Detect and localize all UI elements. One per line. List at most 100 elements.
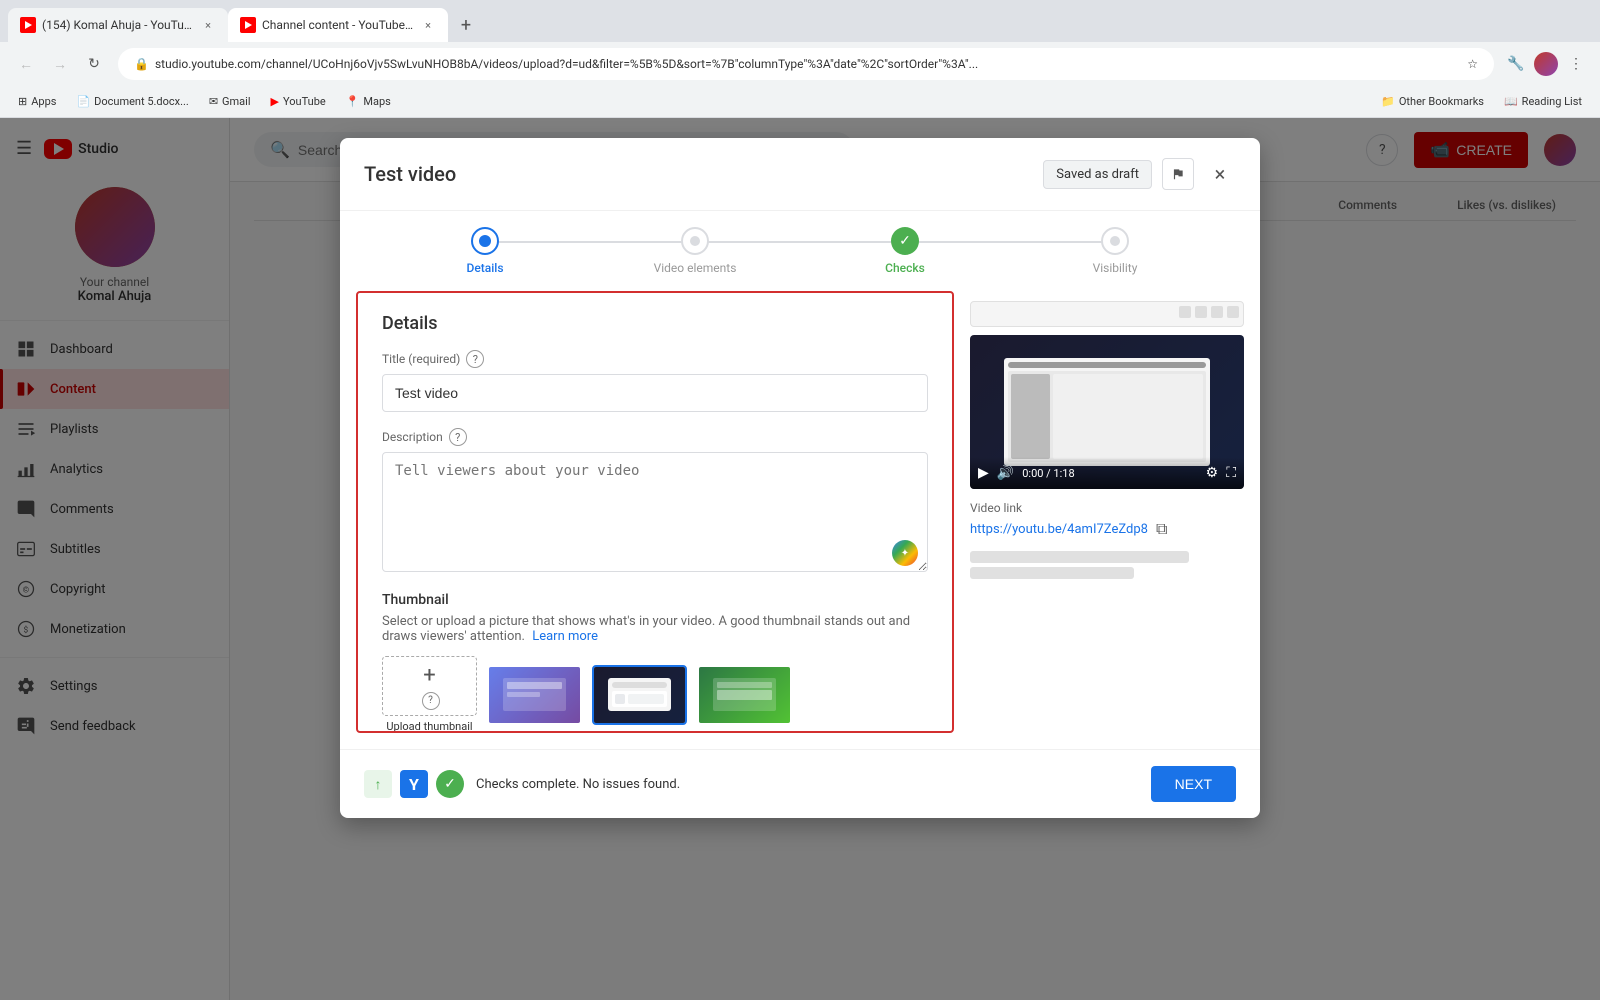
modal-right-header-strip: [970, 301, 1244, 327]
upload-footer-icon: ↑: [364, 770, 392, 798]
saved-as-draft: Saved as draft: [1043, 160, 1152, 189]
description-textarea[interactable]: [382, 452, 928, 572]
bookmark-gmail[interactable]: ✉ Gmail: [203, 93, 257, 110]
learn-more-link[interactable]: Learn more: [532, 629, 598, 644]
other-bookmarks[interactable]: 📁 Other Bookmarks: [1375, 93, 1490, 110]
back-button[interactable]: ←: [12, 50, 40, 78]
title-help-icon[interactable]: ?: [466, 350, 484, 368]
thumbnail-preview-1: [489, 667, 580, 723]
video-link-url[interactable]: https://youtu.be/4amI7ZeZdp8: [970, 522, 1148, 537]
modal-overlay: Test video Saved as draft ×: [0, 118, 1600, 1000]
thumbnail-preview-2: [594, 667, 685, 723]
tab-close-1[interactable]: ×: [200, 17, 216, 33]
footer-icons: ↑ Y ✓: [364, 770, 464, 798]
url-bar[interactable]: 🔒 studio.youtube.com/channel/UCoHnj6oVjv…: [118, 48, 1494, 80]
nav-buttons: ← → ↻: [12, 50, 108, 78]
step-details[interactable]: Details: [380, 227, 590, 275]
folder-icon: 📁: [1381, 95, 1395, 108]
modal: Test video Saved as draft ×: [340, 138, 1260, 818]
upload-help-icon[interactable]: ?: [422, 692, 440, 710]
modal-right: ▶ 🔊 0:00 / 1:18 ⚙ ⛶ Vi: [970, 291, 1260, 749]
tab-favicon-1: [20, 17, 36, 33]
bookmark-youtube[interactable]: ▶ YouTube: [265, 93, 332, 110]
title-field: Title (required) ?: [382, 350, 928, 412]
modal-footer: ↑ Y ✓ Checks complete. No issues found. …: [340, 749, 1260, 818]
steps-container: Details Video elements: [340, 211, 1260, 291]
flag-button[interactable]: [1162, 158, 1194, 190]
video-browser-mockup: [1004, 358, 1210, 466]
strip-icon-4: [1227, 306, 1239, 318]
blurred-text-2: [970, 567, 1134, 579]
video-time: 0:00 / 1:18: [1022, 467, 1074, 480]
menu-button[interactable]: ⋮: [1564, 52, 1588, 76]
copy-link-button[interactable]: ⧉: [1156, 519, 1167, 539]
extensions-button[interactable]: 🔧: [1504, 52, 1528, 76]
tab-bar: (154) Komal Ahuja - YouTube × Channel co…: [0, 0, 1600, 42]
description-label: Description ?: [382, 428, 928, 446]
step-video-elements[interactable]: Video elements: [590, 227, 800, 275]
video-link-label: Video link: [970, 501, 1244, 515]
step-label-visibility: Visibility: [1093, 261, 1138, 275]
bookmark-maps[interactable]: 📍 Maps: [340, 93, 397, 110]
bookmark-doc[interactable]: 📄 Document 5.docx...: [70, 93, 194, 110]
thumbnail-upload-area: + ? Upload thumbnail: [382, 656, 477, 733]
tab-1[interactable]: (154) Komal Ahuja - YouTube ×: [8, 8, 228, 42]
doc-icon: 📄: [76, 95, 90, 108]
fullscreen-button[interactable]: ⛶: [1226, 465, 1236, 481]
bookmark-apps[interactable]: ⊞ Apps: [12, 93, 62, 110]
browser-actions: 🔧 ⋮: [1504, 52, 1588, 76]
apps-icon: ⊞: [18, 95, 27, 108]
strip-icon-1: [1179, 306, 1191, 318]
thumbnail-section: Thumbnail Select or upload a picture tha…: [382, 592, 928, 733]
thumbnail-options: + ? Upload thumbnail: [382, 656, 928, 733]
play-button[interactable]: ▶: [978, 465, 989, 481]
description-help-icon[interactable]: ?: [449, 428, 467, 446]
modal-left: Details Title (required) ?: [356, 291, 954, 733]
tab-close-2[interactable]: ×: [420, 17, 436, 33]
bookmarks-bar: ⊞ Apps 📄 Document 5.docx... ✉ Gmail ▶ Yo…: [0, 86, 1600, 118]
reload-button[interactable]: ↻: [80, 50, 108, 78]
step-label-details: Details: [466, 261, 503, 275]
details-section-title: Details: [382, 313, 928, 334]
upload-thumbnail-button[interactable]: + ?: [382, 656, 477, 716]
thumbnail-option-3[interactable]: [697, 665, 792, 725]
settings-video-button[interactable]: ⚙: [1206, 465, 1219, 481]
step-dot-checks: ✓: [891, 227, 919, 255]
step-dot-details: [471, 227, 499, 255]
page-content: ☰ Studio Your channel Komal Ahuja Dashbo…: [0, 118, 1600, 1000]
tab-2[interactable]: Channel content - YouTube St... ×: [228, 8, 448, 42]
video-preview: ▶ 🔊 0:00 / 1:18 ⚙ ⛶: [970, 335, 1244, 489]
profile-button[interactable]: [1534, 52, 1558, 76]
step-label-checks: Checks: [885, 261, 925, 275]
upload-thumbnail-label: Upload thumbnail: [386, 720, 472, 733]
modal-body: Details Title (required) ?: [340, 291, 1260, 749]
youtube-bookmark-icon: ▶: [271, 95, 279, 108]
next-button[interactable]: NEXT: [1151, 766, 1236, 802]
thumbnail-option-1[interactable]: [487, 665, 582, 725]
title-input[interactable]: [382, 374, 928, 412]
step-checks[interactable]: ✓ Checks: [800, 227, 1010, 275]
inactive-dot-center-2: [1110, 236, 1120, 246]
step-dot-video-elements: [681, 227, 709, 255]
modal-header-actions: Saved as draft ×: [1043, 158, 1236, 190]
volume-button[interactable]: 🔊: [997, 465, 1014, 481]
textarea-wrapper: ✦: [382, 452, 928, 576]
main-content: 🔍 ? 📹 CREATE Comments Likes (vs. dislike…: [230, 118, 1600, 1000]
strip-icon-2: [1195, 306, 1207, 318]
reading-list[interactable]: 📖 Reading List: [1498, 93, 1588, 110]
tab-favicon-2: [240, 17, 256, 33]
gemini-ai-button[interactable]: ✦: [892, 540, 918, 566]
video-link-section: Video link https://youtu.be/4amI7ZeZdp8 …: [970, 501, 1244, 539]
youtube-footer-icon: Y: [400, 770, 428, 798]
url-text: studio.youtube.com/channel/UCoHnj6oVjv5S…: [155, 57, 1461, 71]
close-button[interactable]: ×: [1204, 158, 1236, 190]
step-visibility[interactable]: Visibility: [1010, 227, 1220, 275]
tab-title-1: (154) Komal Ahuja - YouTube: [42, 18, 194, 32]
browser-mockup: [608, 678, 672, 712]
new-tab-button[interactable]: +: [452, 11, 480, 39]
star-icon[interactable]: ☆: [1467, 57, 1478, 71]
browser-chrome: (154) Komal Ahuja - YouTube × Channel co…: [0, 0, 1600, 118]
forward-button[interactable]: →: [46, 50, 74, 78]
step-dot-visibility: [1101, 227, 1129, 255]
thumbnail-option-2[interactable]: [592, 665, 687, 725]
